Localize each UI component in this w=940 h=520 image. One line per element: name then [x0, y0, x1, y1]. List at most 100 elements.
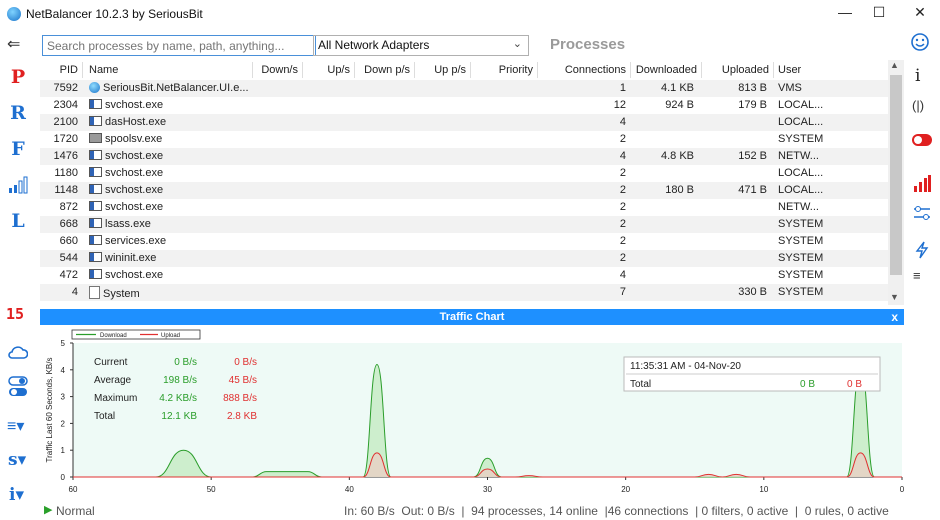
process-table: PID Name Down/s Up/s Down p/s Up p/s Pri…: [40, 60, 888, 301]
cell-downloaded: 4.8 KB: [660, 150, 694, 162]
table-row[interactable]: 872 svchost.exe 2 NETW...: [40, 199, 888, 216]
process-name: wininit.exe: [105, 252, 157, 264]
scrollbar-thumb[interactable]: [890, 75, 902, 275]
status-state[interactable]: Normal: [56, 504, 95, 518]
chart-close-button[interactable]: x: [891, 310, 898, 324]
back-button[interactable]: ⇐: [7, 34, 20, 54]
table-row[interactable]: 4 System 7 330 B SYSTEM: [40, 284, 888, 301]
sliders-icon[interactable]: [913, 205, 931, 224]
split-view-icon[interactable]: (|): [912, 98, 924, 113]
process-name: svchost.exe: [105, 99, 164, 111]
cell-user: NETW...: [778, 150, 819, 162]
cell-uploaded: 813 B: [738, 82, 767, 94]
tooltip-upload: 0 B: [847, 379, 862, 390]
table-row[interactable]: 544 wininit.exe 2 SYSTEM: [40, 250, 888, 267]
col-uploaded[interactable]: Uploaded: [701, 64, 769, 76]
table-row[interactable]: 668 lsass.exe 2 SYSTEM: [40, 216, 888, 233]
menu-dropdown-icon[interactable]: ≡▾: [7, 416, 24, 436]
cloud-icon[interactable]: [8, 346, 29, 363]
cell-pid: 660: [59, 235, 78, 247]
cell-user: SYSTEM: [778, 252, 824, 264]
col-connections[interactable]: Connections: [537, 64, 626, 76]
col-user[interactable]: User: [778, 64, 828, 76]
table-row[interactable]: 1180 svchost.exe 2 LOCAL...: [40, 165, 888, 182]
minimize-button[interactable]: —: [832, 4, 858, 22]
cell-name: dasHost.exe: [89, 116, 249, 128]
col-up-ps[interactable]: Up p/s: [414, 64, 466, 76]
table-row[interactable]: 1720 spoolsv.exe 2 SYSTEM: [40, 131, 888, 148]
nav-processes[interactable]: P: [6, 66, 30, 88]
process-name: spoolsv.exe: [105, 133, 163, 145]
maximize-button[interactable]: ☐: [866, 4, 892, 22]
globe-icon: [89, 82, 100, 93]
col-up-s[interactable]: Up/s: [302, 64, 350, 76]
process-name: dasHost.exe: [105, 116, 167, 128]
info-icon[interactable]: i: [915, 66, 920, 86]
window-icon: [89, 201, 102, 211]
col-name[interactable]: Name: [89, 64, 249, 76]
stat-download: 0 B/s: [174, 357, 197, 368]
cell-uploaded: 152 B: [738, 150, 767, 162]
x-tick-label: 50: [207, 485, 216, 494]
table-row[interactable]: 1476 svchost.exe 4 4.8 KB 152 B NETW...: [40, 148, 888, 165]
col-down-ps[interactable]: Down p/s: [354, 64, 410, 76]
cell-uploaded: 471 B: [738, 184, 767, 196]
scroll-up-icon[interactable]: ▲: [890, 60, 899, 70]
adapter-select[interactable]: All Network Adapters ⌄: [313, 35, 529, 56]
lightning-icon[interactable]: [915, 241, 929, 262]
table-row[interactable]: 2100 dasHost.exe 4 LOCAL...: [40, 114, 888, 131]
toggle-off-icon[interactable]: [911, 133, 933, 150]
cell-name: svchost.exe: [89, 150, 249, 162]
cell-connections: 7: [619, 286, 626, 298]
window-icon: [89, 252, 102, 262]
table-row[interactable]: 1148 svchost.exe 2 180 B 471 B LOCAL...: [40, 182, 888, 199]
stat-upload: 0 B/s: [234, 357, 257, 368]
cell-connections: 4: [619, 150, 626, 162]
col-down-s[interactable]: Down/s: [252, 64, 298, 76]
nav-filters[interactable]: F: [6, 138, 30, 160]
cell-connections: 2: [619, 167, 626, 179]
legend-download-label: Download: [100, 333, 127, 339]
settings-dropdown[interactable]: s▾: [8, 450, 26, 470]
col-pid[interactable]: PID: [40, 64, 78, 76]
cell-pid: 7592: [53, 82, 78, 94]
cell-downloaded: 180 B: [665, 184, 694, 196]
table-header: PID Name Down/s Up/s Down p/s Up p/s Pri…: [40, 60, 888, 80]
traffic-chart-title: Traffic Chart: [439, 311, 505, 323]
notification-count[interactable]: 15: [6, 305, 24, 323]
x-tick-label: 20: [621, 485, 630, 494]
adapter-select-value: All Network Adapters: [318, 38, 430, 52]
cell-name: lsass.exe: [89, 218, 249, 230]
y-tick-label: 1: [61, 446, 66, 455]
search-input[interactable]: [42, 35, 316, 56]
close-button[interactable]: ✕: [907, 4, 933, 22]
cell-user: LOCAL...: [778, 167, 824, 179]
process-name: svchost.exe: [105, 184, 164, 196]
scroll-down-icon[interactable]: ▼: [890, 292, 899, 302]
table-row[interactable]: 472 svchost.exe 4 SYSTEM: [40, 267, 888, 284]
x-tick-label: 30: [483, 485, 492, 494]
cell-downloaded: 4.1 KB: [660, 82, 694, 94]
nav-rules[interactable]: R: [6, 102, 30, 124]
col-downloaded[interactable]: Downloaded: [630, 64, 697, 76]
stat-upload: 2.8 KB: [227, 411, 257, 422]
cell-connections: 12: [613, 99, 626, 111]
cell-name: svchost.exe: [89, 184, 249, 196]
cell-connections: 2: [619, 218, 626, 230]
signal-bars-icon[interactable]: [913, 175, 931, 196]
process-name: lsass.exe: [105, 218, 151, 230]
nav-log[interactable]: L: [6, 210, 30, 232]
table-row[interactable]: 7592 SeriousBit.NetBalancer.UI.e... 1 4.1 K…: [40, 80, 888, 97]
table-row[interactable]: 2304 svchost.exe 12 924 B 179 B LOCAL...: [40, 97, 888, 114]
traffic-chart: 0 1 2 3 4 5 60 50 40 30 20 10 0 Traffic Last 60 Secon…: [45, 329, 904, 494]
toggles-icon[interactable]: [8, 376, 28, 401]
col-priority[interactable]: Priority: [470, 64, 533, 76]
title-bar: NetBalancer 10.2.3 by SeriousBit — ☐ ✕: [0, 0, 940, 28]
app-logo-icon: [7, 7, 21, 21]
cell-connections: 2: [619, 133, 626, 145]
table-row[interactable]: 660 services.exe 2 SYSTEM: [40, 233, 888, 250]
stats-icon[interactable]: [8, 176, 28, 197]
cell-user: LOCAL...: [778, 184, 824, 196]
feedback-smile-icon[interactable]: [911, 33, 929, 54]
list-menu-icon[interactable]: ≡: [913, 268, 921, 283]
